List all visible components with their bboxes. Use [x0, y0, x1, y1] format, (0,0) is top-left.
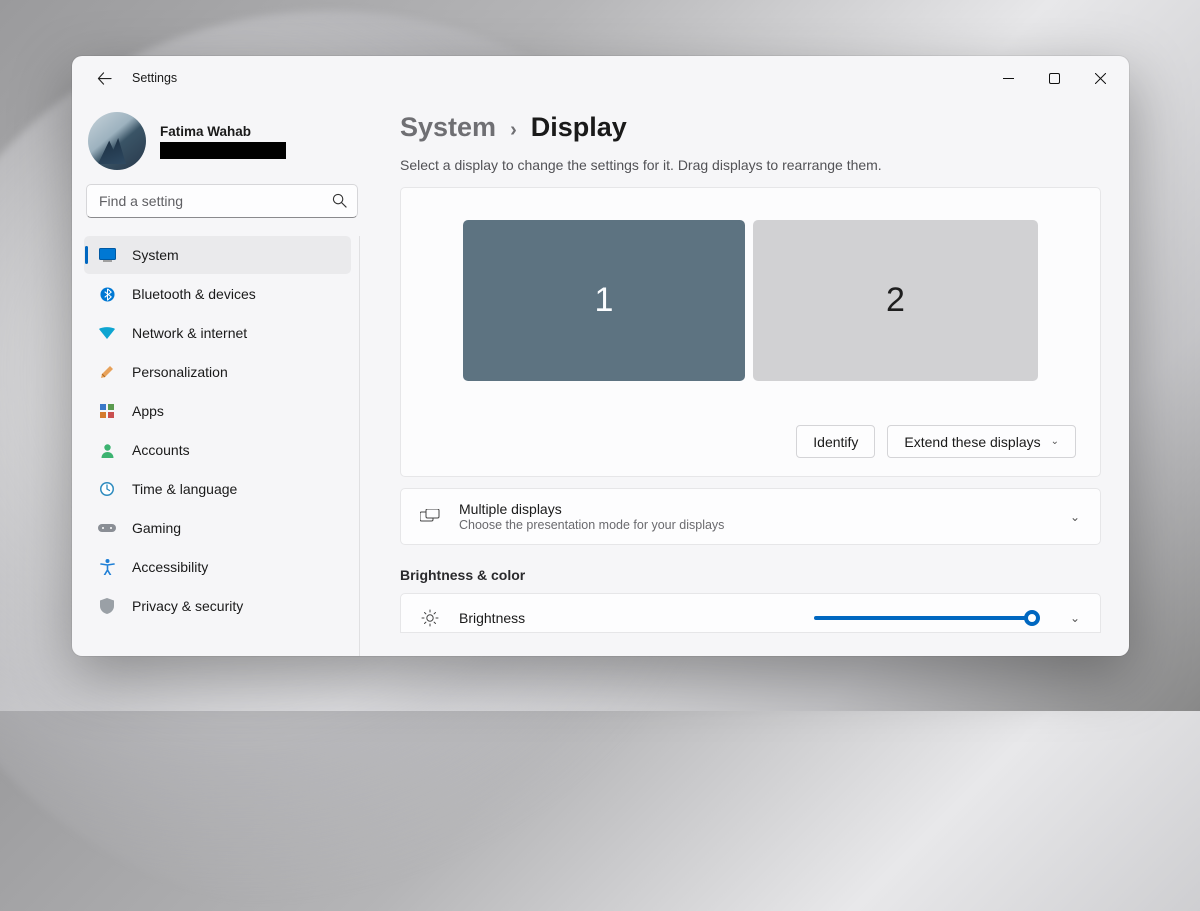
- sidebar-item-personalization[interactable]: Personalization: [84, 353, 351, 391]
- sidebar-item-label: Apps: [132, 403, 164, 419]
- multiple-displays-card[interactable]: Multiple displays Choose the presentatio…: [400, 488, 1101, 545]
- search-icon: [332, 193, 347, 208]
- sidebar-item-bluetooth[interactable]: Bluetooth & devices: [84, 275, 351, 313]
- search-box[interactable]: [86, 184, 358, 218]
- personalization-icon: [98, 363, 116, 381]
- sidebar-item-accessibility[interactable]: Accessibility: [84, 548, 351, 586]
- sidebar-item-gaming[interactable]: Gaming: [84, 509, 351, 547]
- monitor-canvas[interactable]: 1 2: [425, 220, 1076, 381]
- sidebar-item-apps[interactable]: Apps: [84, 392, 351, 430]
- time-icon: [98, 480, 116, 498]
- search-input[interactable]: [86, 184, 358, 218]
- multiple-displays-icon: [419, 509, 441, 525]
- minimize-button[interactable]: [985, 63, 1031, 93]
- sidebar-item-system[interactable]: System: [84, 236, 351, 274]
- sidebar-item-label: Time & language: [132, 481, 237, 497]
- identify-label: Identify: [813, 434, 858, 450]
- sidebar-item-label: Personalization: [132, 364, 228, 380]
- user-profile[interactable]: Fatima Wahab: [84, 108, 360, 184]
- nav-list: System Bluetooth & devices Network & int…: [84, 236, 360, 656]
- monitor-1[interactable]: 1: [463, 220, 745, 381]
- maximize-icon: [1049, 73, 1060, 84]
- sidebar-item-accounts[interactable]: Accounts: [84, 431, 351, 469]
- accounts-icon: [98, 441, 116, 459]
- brightness-card[interactable]: Brightness ⌄: [400, 593, 1101, 633]
- close-icon: [1095, 73, 1106, 84]
- extend-mode-dropdown[interactable]: Extend these displays ⌄: [887, 425, 1076, 458]
- gaming-icon: [98, 519, 116, 537]
- brightness-icon: [419, 609, 441, 627]
- brightness-label: Brightness: [459, 610, 525, 626]
- identify-button[interactable]: Identify: [796, 425, 875, 458]
- chevron-down-icon: ⌄: [1070, 611, 1080, 625]
- chevron-down-icon: ⌄: [1070, 510, 1080, 524]
- extend-label: Extend these displays: [904, 434, 1040, 450]
- minimize-icon: [1003, 73, 1014, 84]
- app-title: Settings: [132, 71, 177, 85]
- network-icon: [98, 324, 116, 342]
- close-button[interactable]: [1077, 63, 1123, 93]
- user-email-redacted: [160, 142, 286, 159]
- accessibility-icon: [98, 558, 116, 576]
- monitor-2[interactable]: 2: [753, 220, 1038, 381]
- sidebar-item-label: System: [132, 247, 179, 263]
- apps-icon: [98, 402, 116, 420]
- sidebar-item-label: Network & internet: [132, 325, 247, 341]
- card-subtitle: Choose the presentation mode for your di…: [459, 518, 724, 532]
- chevron-down-icon: ⌄: [1051, 436, 1059, 447]
- system-icon: [98, 246, 116, 264]
- card-title: Multiple displays: [459, 501, 724, 517]
- page-title: Display: [531, 112, 627, 143]
- bluetooth-icon: [98, 285, 116, 303]
- page-subtext: Select a display to change the settings …: [400, 157, 1101, 173]
- sidebar-item-time[interactable]: Time & language: [84, 470, 351, 508]
- brightness-slider[interactable]: [814, 616, 1034, 620]
- sidebar-item-label: Gaming: [132, 520, 181, 536]
- back-button[interactable]: [90, 64, 118, 92]
- avatar: [88, 112, 146, 170]
- user-name: Fatima Wahab: [160, 124, 286, 139]
- breadcrumb: System › Display: [400, 112, 1101, 143]
- sidebar-item-label: Bluetooth & devices: [132, 286, 256, 302]
- sidebar-item-privacy[interactable]: Privacy & security: [84, 587, 351, 625]
- settings-window: Settings Fatima Wahab: [72, 56, 1129, 656]
- main-content: System › Display Select a display to cha…: [372, 100, 1129, 656]
- chevron-right-icon: ›: [510, 119, 517, 142]
- sidebar-item-network[interactable]: Network & internet: [84, 314, 351, 352]
- display-arrangement-panel: 1 2 Identify Extend these displays ⌄: [400, 187, 1101, 477]
- sidebar-item-label: Accounts: [132, 442, 190, 458]
- sidebar: Fatima Wahab System Bluetooth & devices: [72, 100, 372, 656]
- breadcrumb-parent[interactable]: System: [400, 112, 496, 143]
- sidebar-item-label: Privacy & security: [132, 598, 243, 614]
- maximize-button[interactable]: [1031, 63, 1077, 93]
- sidebar-item-label: Accessibility: [132, 559, 208, 575]
- section-brightness-color: Brightness & color: [400, 567, 1101, 583]
- privacy-icon: [98, 597, 116, 615]
- arrow-left-icon: [97, 71, 112, 86]
- titlebar: Settings: [72, 56, 1129, 100]
